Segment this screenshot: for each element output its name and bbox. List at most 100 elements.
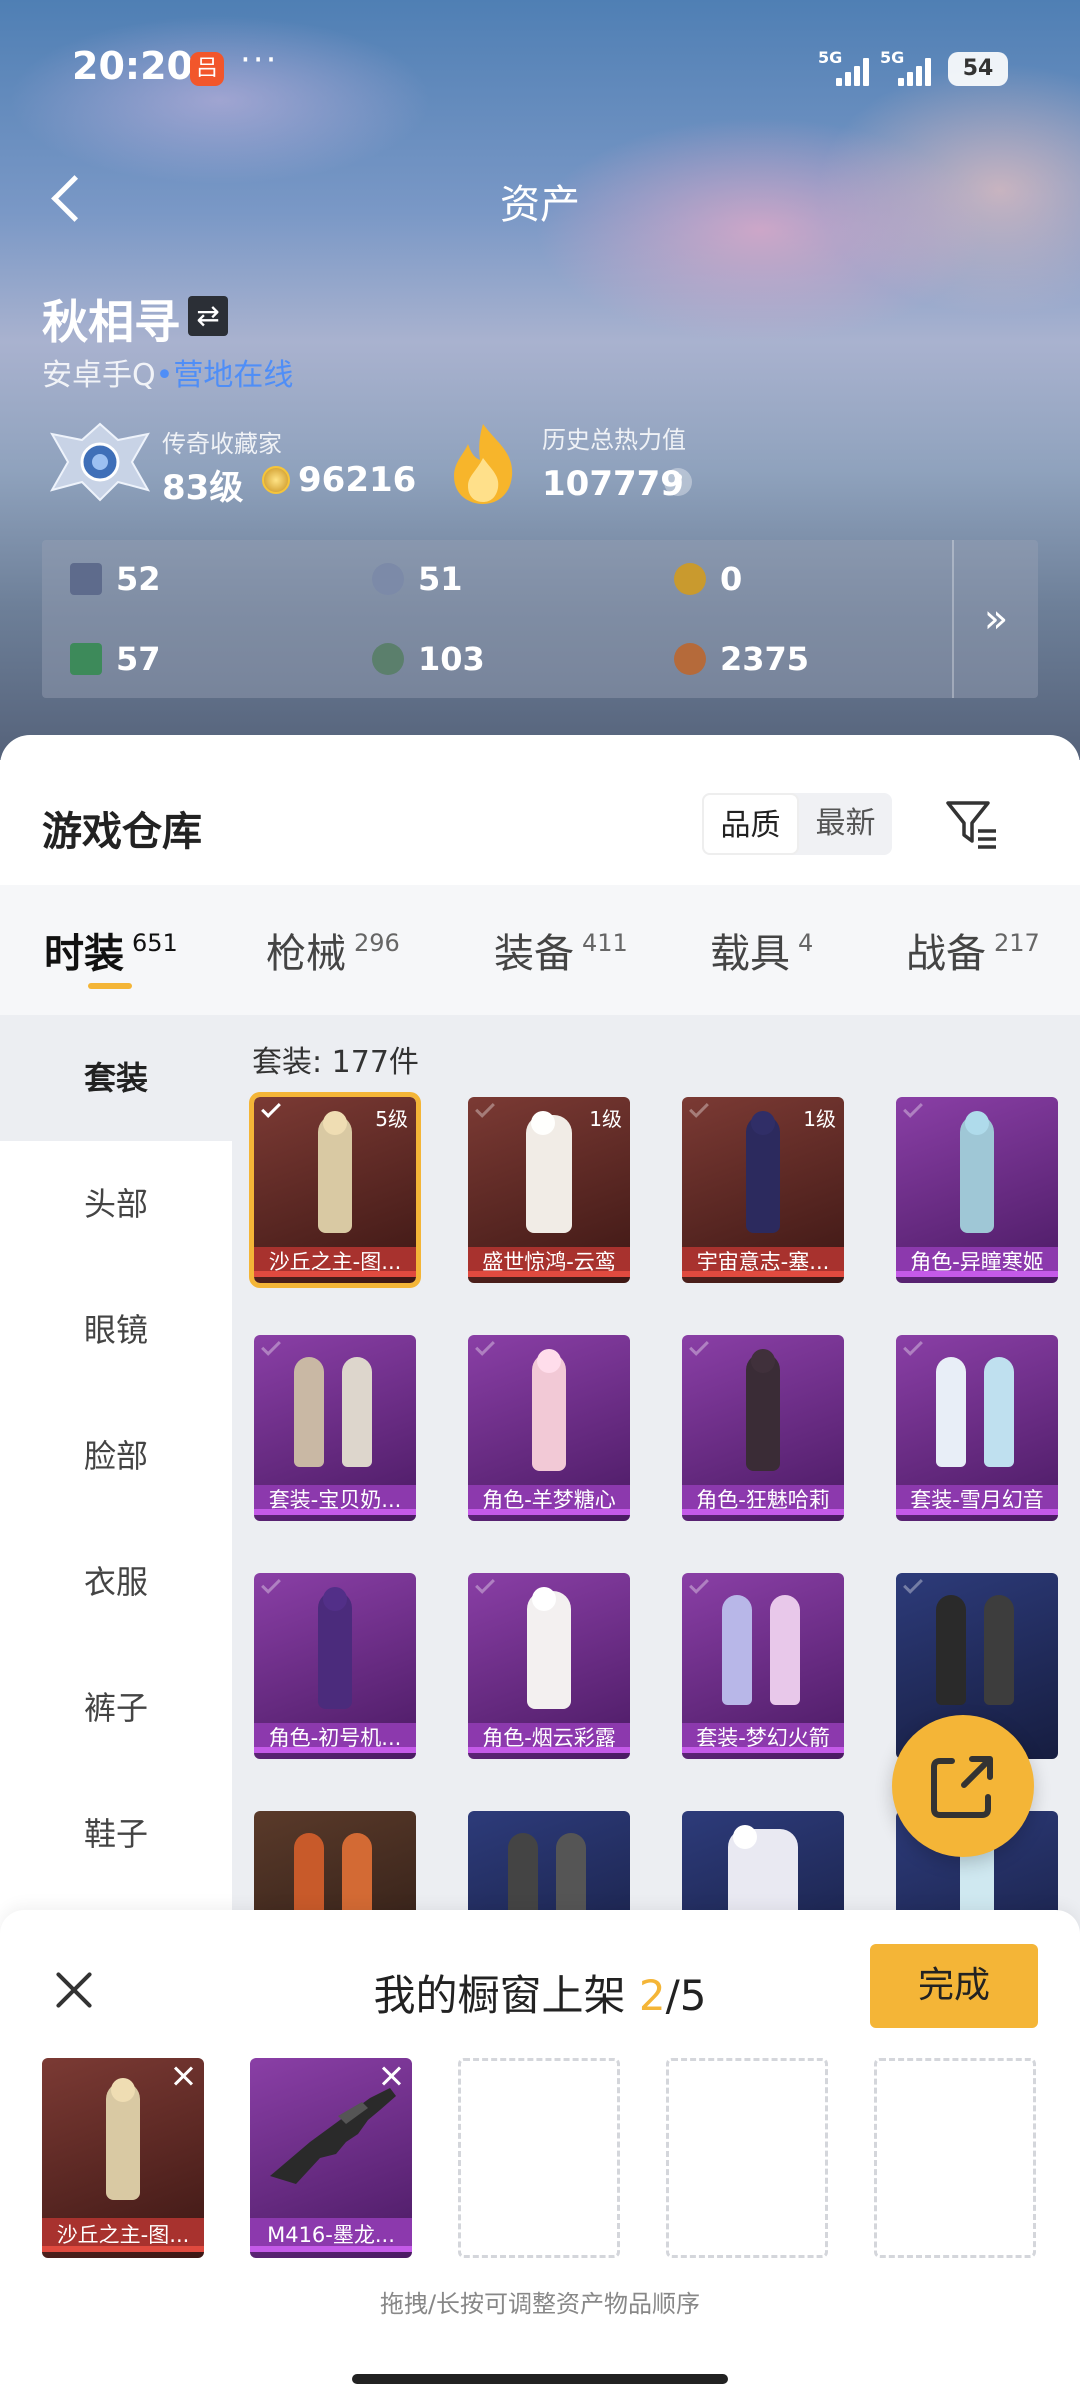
signal-icon [836, 58, 869, 86]
item-card[interactable]: 1级 宇宙意志-塞... [682, 1097, 844, 1283]
item-image [682, 1335, 844, 1485]
item-card[interactable]: 角色-烟云彩露 [468, 1573, 630, 1759]
item-name: 沙丘之主-图... [254, 1247, 416, 1277]
showcase-slot[interactable]: 沙丘之主-图... [42, 2058, 204, 2258]
empty-slot[interactable] [666, 2058, 828, 2258]
stat-item: 2375 [674, 640, 809, 678]
item-name: 角色-初号机... [254, 1723, 416, 1753]
sort-quality-button[interactable]: 品质 [702, 793, 799, 855]
active-tab-indicator [88, 983, 132, 989]
heat-label: 历史总热力值 [542, 426, 686, 454]
item-image [896, 1097, 1058, 1247]
showcase-current-count: 2 [638, 1971, 666, 2020]
online-status: 营地在线 [173, 358, 294, 393]
item-name: 角色-狂魅哈莉 [682, 1485, 844, 1515]
tab-equipment[interactable]: 装备 411 [494, 885, 628, 1015]
sidebar-item-glasses[interactable]: 眼镜 [0, 1267, 232, 1393]
account-status: 安卓手Q•营地在线 [42, 350, 293, 394]
item-level: 5级 [375, 1107, 408, 1131]
item-card[interactable]: 角色-初号机... [254, 1573, 416, 1759]
item-image [254, 1335, 416, 1485]
item-card[interactable]: 套装-宝贝奶... [254, 1335, 416, 1521]
orb-icon [372, 643, 404, 675]
item-card[interactable]: 套装-梦幻火箭 [682, 1573, 844, 1759]
item-name: 角色-羊梦糖心 [468, 1485, 630, 1515]
item-name: 角色-烟云彩露 [468, 1723, 630, 1753]
username: 秋相寻 [42, 295, 180, 349]
item-name: 宇宙意志-塞... [682, 1247, 844, 1277]
asset-stats-panel[interactable]: 52 51 0 57 103 2375 » [42, 540, 1038, 698]
subcategory-sidebar: 套装 头部 眼镜 脸部 衣服 裤子 鞋子 [0, 1015, 232, 2000]
showcase-title-text: 我的橱窗上架 [373, 1971, 626, 2020]
item-image [682, 1573, 844, 1723]
item-image [468, 1335, 630, 1485]
share-button[interactable] [892, 1715, 1034, 1857]
empty-slot[interactable] [458, 2058, 620, 2258]
item-image [896, 1573, 1058, 1723]
tab-supplies[interactable]: 战备 217 [906, 885, 1040, 1015]
bronze-badge-icon [674, 643, 706, 675]
expand-stats-icon[interactable]: » [952, 540, 1038, 698]
tab-guns[interactable]: 枪械 296 [266, 885, 400, 1015]
filter-icon[interactable] [944, 795, 1000, 851]
screen: 20:20 吕 ··· 5G 5G 54 资产 秋相寻 ⇄ 安卓手Q•营地在线 … [0, 0, 1080, 2400]
sidebar-item-shoes[interactable]: 鞋子 [0, 1771, 232, 1897]
card-icon [70, 563, 102, 595]
item-name: 盛世惊鸿-云鸾 [468, 1247, 630, 1277]
item-card[interactable]: 1级 盛世惊鸿-云鸾 [468, 1097, 630, 1283]
drag-hint: 拖拽/长按可调整资产物品顺序 [379, 2290, 701, 2318]
hero-header: 20:20 吕 ··· 5G 5G 54 资产 秋相寻 ⇄ 安卓手Q•营地在线 … [0, 0, 1080, 760]
sort-latest-button[interactable]: 最新 [799, 793, 892, 855]
stat-item: 57 [70, 640, 161, 678]
legend-label: 传奇收藏家 [162, 430, 282, 458]
slot-item-name: 沙丘之主-图... [42, 2218, 204, 2252]
stat-item: 103 [372, 640, 485, 678]
app-notification-icon: 吕 [190, 52, 224, 86]
item-card[interactable]: 5级 沙丘之主-图... [249, 1092, 421, 1288]
heat-value: 107779 [542, 464, 684, 504]
sidebar-item-suits[interactable]: 套装 [0, 1015, 232, 1141]
tab-vehicles[interactable]: 载具 4 [710, 885, 813, 1015]
signal-icon [898, 58, 931, 86]
empty-slot[interactable] [874, 2058, 1036, 2258]
stat-item: 0 [674, 560, 742, 598]
share-icon [931, 1756, 993, 1818]
item-image [468, 1573, 630, 1723]
item-name: 套装-雪月幻音 [896, 1485, 1058, 1515]
item-card[interactable]: 角色-异瞳寒姬 [896, 1097, 1058, 1283]
showcase-panel: 我的橱窗上架 2/5 完成 沙丘之主-图... M416-墨龙... 拖拽/长按… [0, 1910, 1080, 2400]
item-count: 套装: 177件 [252, 1045, 419, 1080]
switch-account-icon[interactable]: ⇄ [188, 296, 228, 336]
green-card-icon [70, 643, 102, 675]
item-card[interactable]: 角色-狂魅哈莉 [682, 1335, 844, 1521]
tab-fashion[interactable]: 时装 651 [44, 885, 178, 1015]
done-button[interactable]: 完成 [870, 1944, 1038, 2028]
status-time: 20:20 [72, 44, 193, 88]
gold-badge-icon [674, 563, 706, 595]
remove-icon[interactable] [170, 2062, 198, 2090]
coin-icon [262, 466, 290, 494]
item-card[interactable]: 套装-雪月幻音 [896, 1335, 1058, 1521]
sidebar-item-head[interactable]: 头部 [0, 1141, 232, 1267]
remove-icon[interactable] [378, 2062, 406, 2090]
item-name: 套装-梦幻火箭 [682, 1723, 844, 1753]
help-icon[interactable]: ? [664, 468, 692, 496]
item-card[interactable]: 角色-羊梦糖心 [468, 1335, 630, 1521]
status-bar: 20:20 吕 ··· 5G 5G 54 [0, 0, 1080, 140]
sidebar-item-pants[interactable]: 裤子 [0, 1645, 232, 1771]
sidebar-item-clothes[interactable]: 衣服 [0, 1519, 232, 1645]
item-name: 角色-异瞳寒姬 [896, 1247, 1058, 1277]
showcase-slot[interactable]: M416-墨龙... [250, 2058, 412, 2258]
home-indicator[interactable] [352, 2374, 728, 2384]
ring-icon [372, 563, 404, 595]
legend-coins: 96216 [298, 460, 417, 500]
sidebar-item-face[interactable]: 脸部 [0, 1393, 232, 1519]
platform-label: 安卓手Q [42, 358, 156, 393]
page-title: 资产 [500, 182, 580, 228]
slot-item-name: M416-墨龙... [250, 2218, 412, 2252]
legend-medal-icon [49, 422, 151, 502]
item-level: 1级 [803, 1107, 836, 1131]
flame-icon [454, 424, 513, 504]
stat-item: 51 [372, 560, 463, 598]
item-image [254, 1573, 416, 1723]
